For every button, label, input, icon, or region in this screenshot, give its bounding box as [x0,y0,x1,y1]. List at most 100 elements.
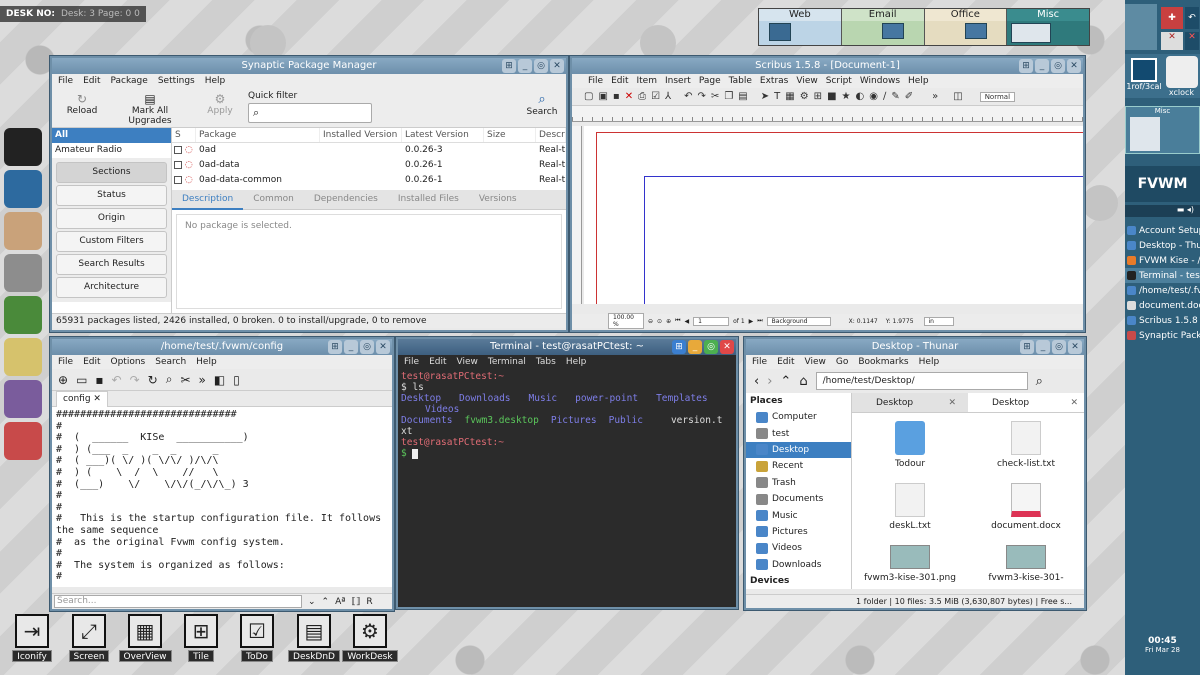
zoom-in-icon[interactable]: ⊕ [666,318,671,325]
file-item[interactable]: Todour [852,417,968,475]
bookmark-icon[interactable]: ▯ [233,373,240,387]
menu-tabs[interactable]: Tabs [536,355,556,369]
editor-titlebar[interactable]: /home/test/.fvwm/config ⊞ _ ◎ ✕ [52,339,392,355]
render-frame-icon[interactable]: ⚙ [800,91,809,102]
search-icon[interactable]: ⌕ [1036,374,1043,389]
task-item[interactable]: Scribus 1.5.8 - [1125,313,1200,328]
back-icon[interactable]: ‹ [754,374,759,389]
launcher-screen[interactable]: ⤢ Screen [63,614,115,662]
column-header[interactable]: Descr [536,128,566,142]
launcher-overview[interactable]: ▦ OverView [118,614,172,662]
tab-common[interactable]: Common [243,190,304,208]
regex-icon[interactable]: R [366,597,372,607]
window-menu-button[interactable]: ⊞ [1019,59,1033,73]
menu-edit[interactable]: Edit [777,355,794,369]
column-header[interactable]: Latest Version [402,128,484,142]
close-doc-icon[interactable]: ✕ [625,91,633,102]
whole-word-icon[interactable]: ⟦⟧ [352,597,361,607]
undo-icon[interactable]: ↶ [112,373,122,387]
menu-page[interactable]: Page [699,74,721,88]
select-icon[interactable]: ➤ [761,91,769,102]
replace-icon[interactable]: ✂ [180,373,190,387]
edit-pencil-icon[interactable] [4,296,42,334]
minimize-button[interactable]: _ [518,59,532,73]
menu-help[interactable]: Help [919,355,940,369]
menu-bookmarks[interactable]: Bookmarks [858,355,908,369]
menu-settings[interactable]: Settings [158,74,195,88]
menu-search[interactable]: Search [155,355,186,369]
zoom-reset-icon[interactable]: ⊙ [657,318,662,325]
tab-installed-files[interactable]: Installed Files [388,190,469,208]
tab-dependencies[interactable]: Dependencies [304,190,388,208]
open-icon[interactable]: ▣ [598,91,607,102]
calendar-applet[interactable]: 1rof/3cal [1125,54,1163,98]
misc-window-thumb[interactable] [1130,117,1160,151]
canvas-area[interactable] [584,126,1083,304]
menu-file[interactable]: File [752,355,767,369]
close-button[interactable]: ✕ [1067,59,1081,73]
filter-button-sections[interactable]: Sections [56,162,167,183]
menu-options[interactable]: Options [111,355,146,369]
file-item[interactable]: fvwm3-kise-301.png [852,541,968,599]
image-frame-icon[interactable]: ▦ [785,91,794,102]
menu-go[interactable]: Go [836,355,848,369]
misc-desk-mini[interactable]: Misc [1125,106,1200,154]
window-menu-button[interactable]: ⊞ [672,340,686,354]
pager-mini[interactable] [1125,4,1157,50]
window-menu-button[interactable]: ⊞ [1020,340,1034,354]
pager-window-thumb[interactable] [881,23,904,39]
table-icon[interactable]: ⊞ [814,91,822,102]
bezier-icon[interactable]: ✎ [891,91,899,102]
package-row[interactable]: ◌ 0ad-data 0.0.26-1 Real-ti [172,158,566,173]
text-frame-icon[interactable]: T [774,91,780,102]
find-icon[interactable]: ⌕ [166,372,173,387]
exit-icon[interactable]: ✕ [1185,32,1199,50]
editor-search-input[interactable]: Search... [54,595,302,608]
menu-edit[interactable]: Edit [429,355,446,369]
next-page-icon[interactable]: ▶ [749,318,754,325]
unit-select[interactable]: in [923,316,954,326]
launcher-deskdnd[interactable]: ▤ DeskDnD [288,614,340,662]
spiral-icon[interactable]: ◉ [869,91,878,102]
maximize-button[interactable]: ◎ [704,340,718,354]
mark-all-upgrades-button[interactable]: ▤ Mark All Upgrades [110,92,190,126]
menu-file[interactable]: File [404,355,419,369]
package-checkbox[interactable]: ◌ [172,143,196,158]
open-folder-icon[interactable]: ▭ [76,373,87,387]
maximize-button[interactable]: ◎ [1052,340,1066,354]
launcher-workdesk[interactable]: ⚙ WorkDesk [342,614,398,662]
menu-file[interactable]: File [588,74,603,88]
launcher-todo[interactable]: ☑ ToDo [231,614,283,662]
new-doc-icon[interactable]: ▢ [584,91,593,102]
up-icon[interactable]: ⌃ [780,374,791,389]
menu-terminal[interactable]: Terminal [488,355,526,369]
pager-desk-email[interactable]: Email [841,9,925,45]
first-page-icon[interactable]: ⏮ [675,317,680,325]
back-arrow-icon[interactable]: ↶ [1185,7,1199,29]
minimize-button[interactable]: _ [688,340,702,354]
linux-tux-icon[interactable] [4,128,42,166]
place-trash[interactable]: Trash [746,475,851,491]
package-row[interactable]: ◌ 0ad 0.0.26-3 Real-ti [172,143,566,158]
place-music[interactable]: Music [746,507,851,523]
close-button[interactable]: ✕ [550,59,564,73]
place-desktop[interactable]: Desktop [746,441,851,459]
close-button[interactable]: ✕ [376,340,390,354]
category-amateur-radio[interactable]: Amateur Radio [52,143,171,158]
terminal-output[interactable]: test@rasatPCtest:~ $ ls Desktop Downloads… [398,369,736,605]
more-icon[interactable]: » [932,91,938,102]
menu-table[interactable]: Table [729,74,752,88]
task-item[interactable]: document.doc [1125,298,1200,313]
pager-window-thumb[interactable] [964,23,987,39]
menu-help[interactable]: Help [908,74,929,88]
redo-icon[interactable]: ↷ [698,91,706,102]
pager-window-thumb[interactable] [769,23,791,41]
media-icon[interactable] [4,380,42,418]
save-icon[interactable]: ▪ [95,373,103,387]
paste-icon[interactable]: ▤ [738,91,747,102]
menu-help[interactable]: Help [566,355,587,369]
zoom-out-icon[interactable]: ⊖ [648,318,653,325]
pdf-icon[interactable]: ⅄ [665,91,671,102]
place-recent[interactable]: Recent [746,458,851,474]
tab-versions[interactable]: Versions [469,190,527,208]
